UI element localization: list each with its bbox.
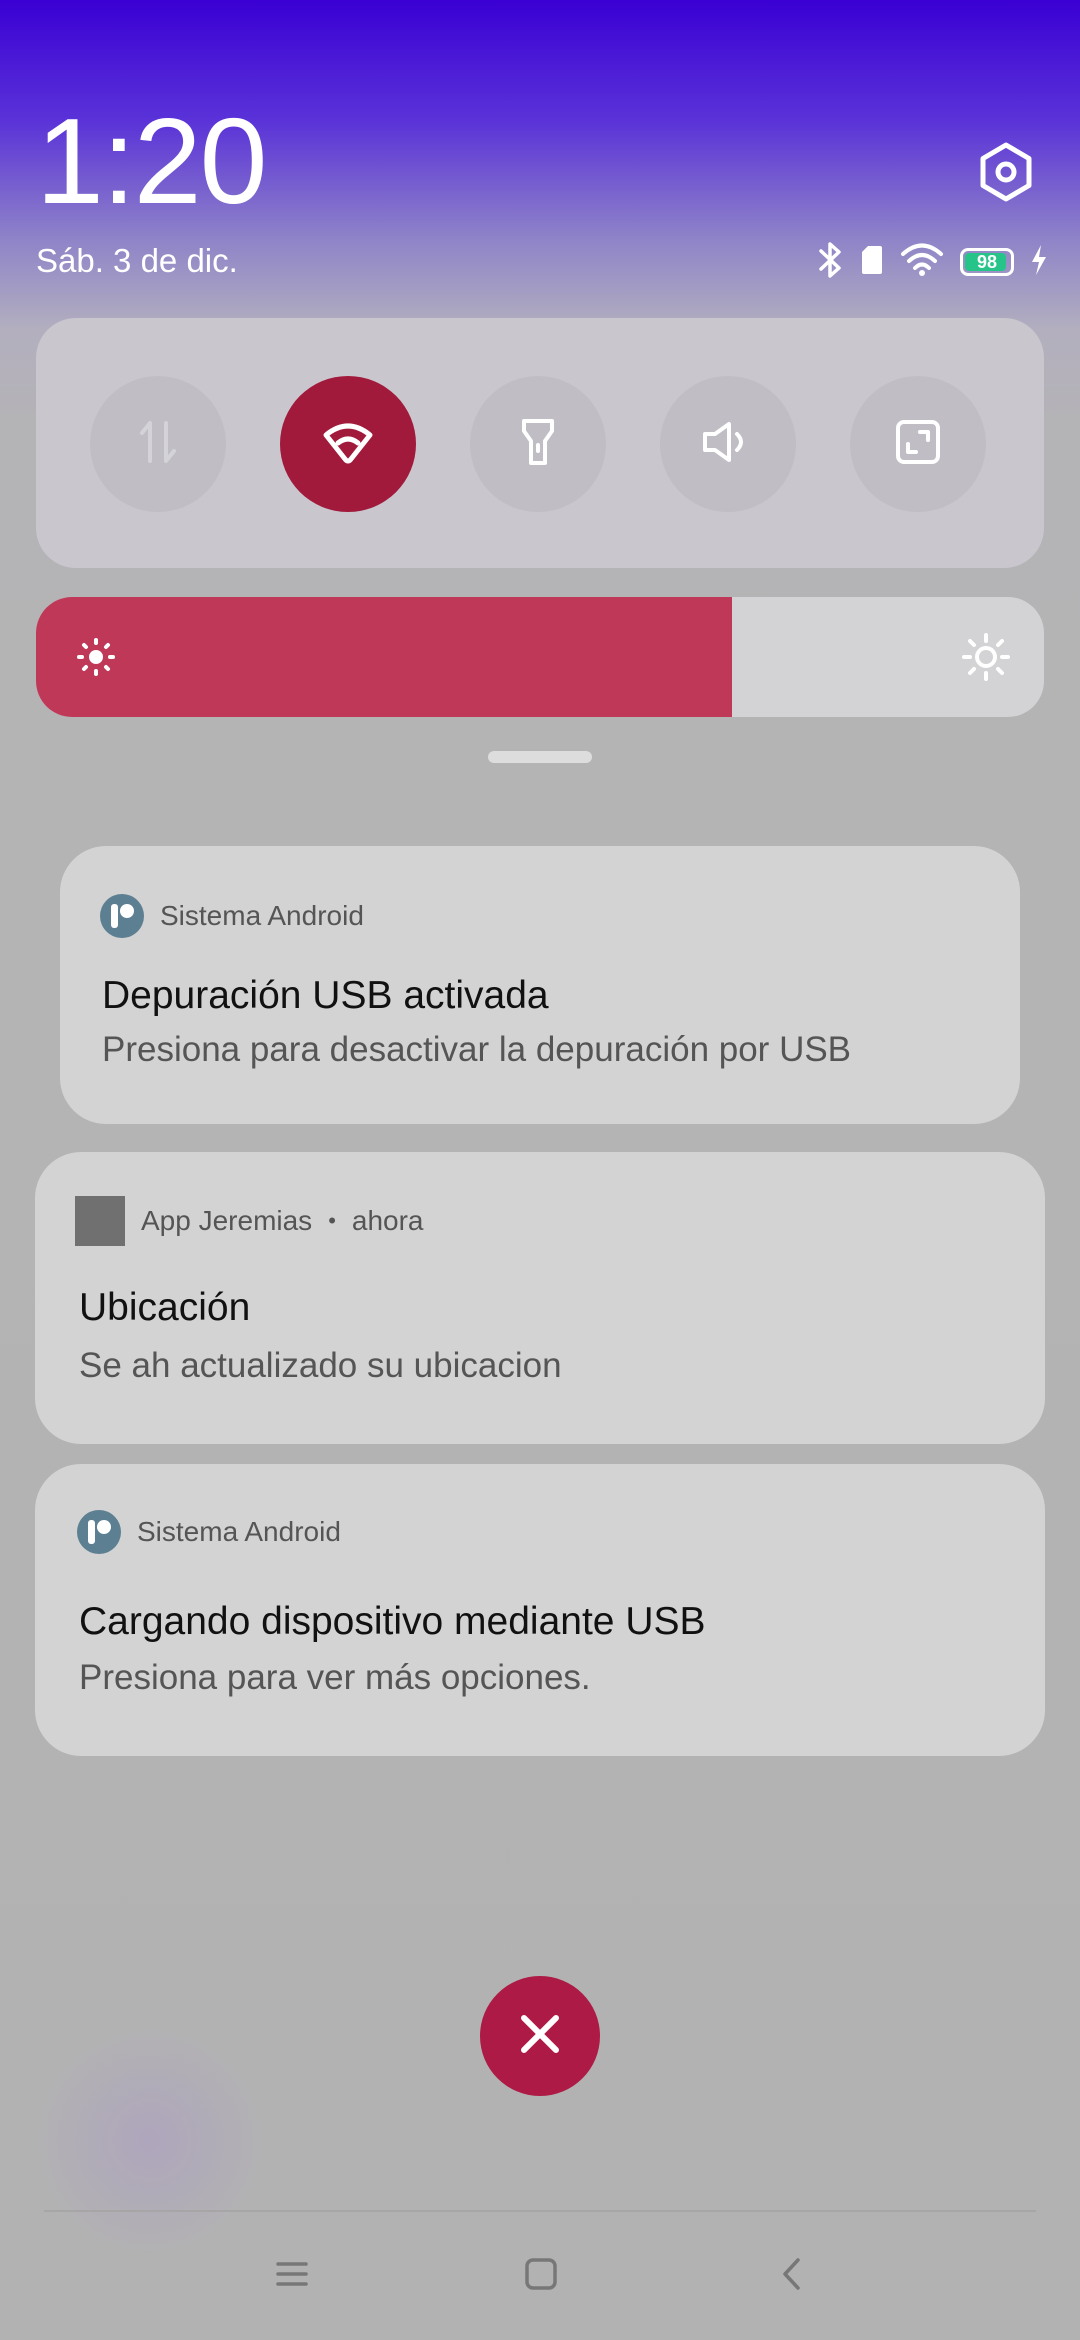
- hotspot-toggle[interactable]: [280, 376, 416, 512]
- notification-title: Cargando dispositivo mediante USB: [79, 1600, 706, 1643]
- charging-icon: [1030, 244, 1048, 281]
- clear-all-button[interactable]: [480, 1976, 600, 2096]
- app-placeholder-icon: [75, 1196, 125, 1246]
- notification-app-name: Sistema Android: [137, 1516, 341, 1547]
- brightness-low-icon: [76, 637, 116, 682]
- notification-time: ahora: [351, 1205, 424, 1236]
- notification-card[interactable]: Sistema Android Depuración USB activada …: [60, 846, 1020, 1124]
- brightness-fill: [36, 597, 732, 717]
- date: Sáb. 3 de dic.: [36, 242, 238, 279]
- sound-icon: [701, 420, 755, 469]
- sim-icon: [860, 244, 884, 281]
- bluetooth-icon: [818, 241, 844, 284]
- screenshot-icon: [894, 418, 942, 471]
- notification-card[interactable]: Sistema Android Cargando dispositivo med…: [35, 1464, 1045, 1756]
- clock: 1:20: [36, 93, 267, 229]
- quick-settings-panel: [36, 318, 1044, 568]
- notification-card[interactable]: App Jeremias • ahora Ubicación Se ah act…: [35, 1152, 1045, 1444]
- nav-divider: [44, 2210, 1036, 2212]
- recent-apps-button[interactable]: [252, 2248, 332, 2304]
- notification-title: Ubicación: [79, 1286, 251, 1329]
- flashlight-icon: [518, 417, 558, 472]
- brightness-slider[interactable]: [36, 597, 1044, 717]
- hotspot-icon: [322, 419, 374, 470]
- home-button[interactable]: [501, 2248, 581, 2304]
- notification-body: Presiona para ver más opciones.: [79, 1658, 591, 1697]
- notification-app-name: Sistema Android: [160, 900, 364, 931]
- sound-toggle[interactable]: [660, 376, 796, 512]
- notification-title: Depuración USB activada: [102, 974, 549, 1017]
- battery-level: 98: [976, 251, 998, 272]
- back-icon: [780, 2256, 804, 2297]
- android-system-icon: [100, 894, 144, 938]
- notification-app-name: App Jeremias: [141, 1205, 313, 1236]
- close-icon: [518, 2012, 562, 2061]
- home-icon: [524, 2257, 558, 2296]
- mobile-data-toggle[interactable]: [90, 376, 226, 512]
- wifi-icon: [900, 243, 944, 282]
- android-system-icon: [77, 1510, 121, 1554]
- brightness-high-icon: [962, 633, 1010, 686]
- separator-dot: •: [328, 1208, 336, 1233]
- battery-icon: 98: [960, 248, 1014, 276]
- screenshot-toggle[interactable]: [850, 376, 986, 512]
- background-blob: [30, 2020, 270, 2260]
- settings-icon[interactable]: [974, 140, 1038, 204]
- back-button[interactable]: [752, 2248, 832, 2304]
- data-transfer-icon: [136, 417, 180, 472]
- drag-handle[interactable]: [488, 751, 592, 763]
- status-icons: 98: [818, 241, 1048, 284]
- flashlight-toggle[interactable]: [470, 376, 606, 512]
- notification-body: Presiona para desactivar la depuración p…: [102, 1030, 852, 1069]
- menu-icon: [275, 2260, 309, 2293]
- notification-body: Se ah actualizado su ubicacion: [79, 1346, 562, 1385]
